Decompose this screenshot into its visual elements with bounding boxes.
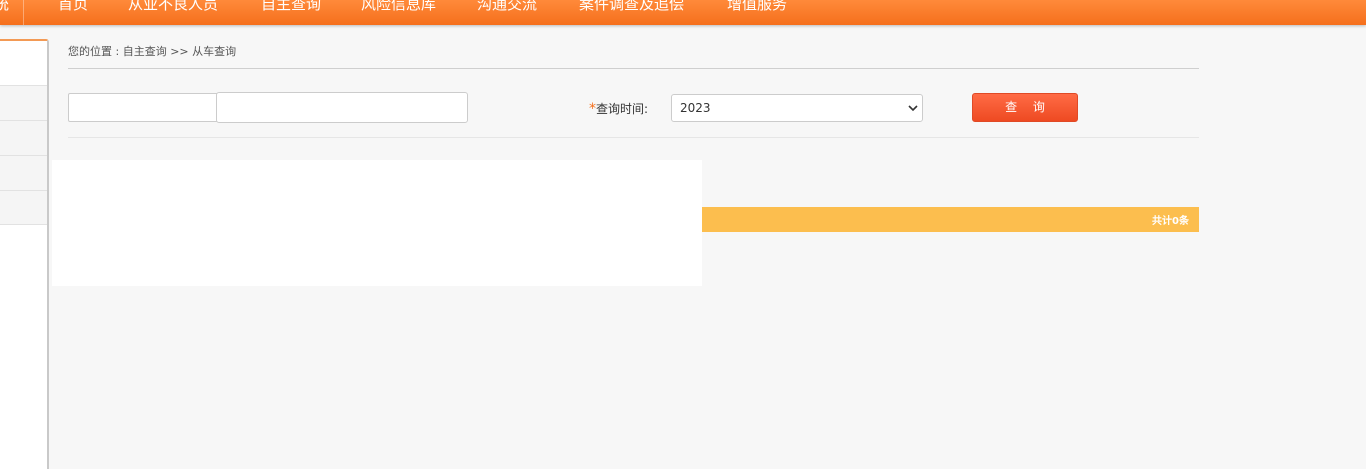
nav-value-added-services[interactable]: 增值服务 [727,0,787,16]
nav-communication[interactable]: 沟通交流 [477,0,537,16]
brand-title: 统 [0,0,25,25]
nav-case-investigation[interactable]: 案件调查及追偿 [579,0,684,16]
query-time-label: *查询时间: [589,100,648,117]
query-input-primary[interactable] [68,93,218,122]
top-navigation-bar: 统 首页 从业不良人员 自主查询 风险信息库 沟通交流 案件调查及追偿 增值服务 [0,0,1366,25]
nav-risk-database[interactable]: 风险信息库 [361,0,436,16]
breadcrumb-path: 自主查询 >> 从车查询 [122,45,237,58]
sidebar-item[interactable] [0,85,47,120]
overlay-panel [52,160,702,286]
chevron-down-icon [908,105,918,112]
query-button[interactable]: 查 询 [972,93,1078,122]
breadcrumb: 您的位置 : 自主查询 >> 从车查询 [68,44,1199,69]
nav-home[interactable]: 首页 [58,0,88,16]
result-total-count: 共计0条 [1152,216,1189,227]
year-select[interactable]: 2023 [671,94,923,122]
query-input-secondary[interactable] [216,92,468,123]
breadcrumb-prefix: 您的位置 : [68,45,123,58]
sidebar-item[interactable] [0,120,47,155]
nav-bad-practitioners[interactable]: 从业不良人员 [128,0,218,16]
sidebar-item[interactable] [0,190,47,225]
form-divider [68,137,1199,138]
sidebar-item[interactable] [0,155,47,190]
year-select-value: 2023 [680,101,711,115]
query-time-text: 查询时间: [596,102,649,116]
sidebar [0,39,49,469]
required-mark: * [589,101,596,117]
sidebar-header [0,41,47,85]
nav-self-query[interactable]: 自主查询 [261,0,321,16]
